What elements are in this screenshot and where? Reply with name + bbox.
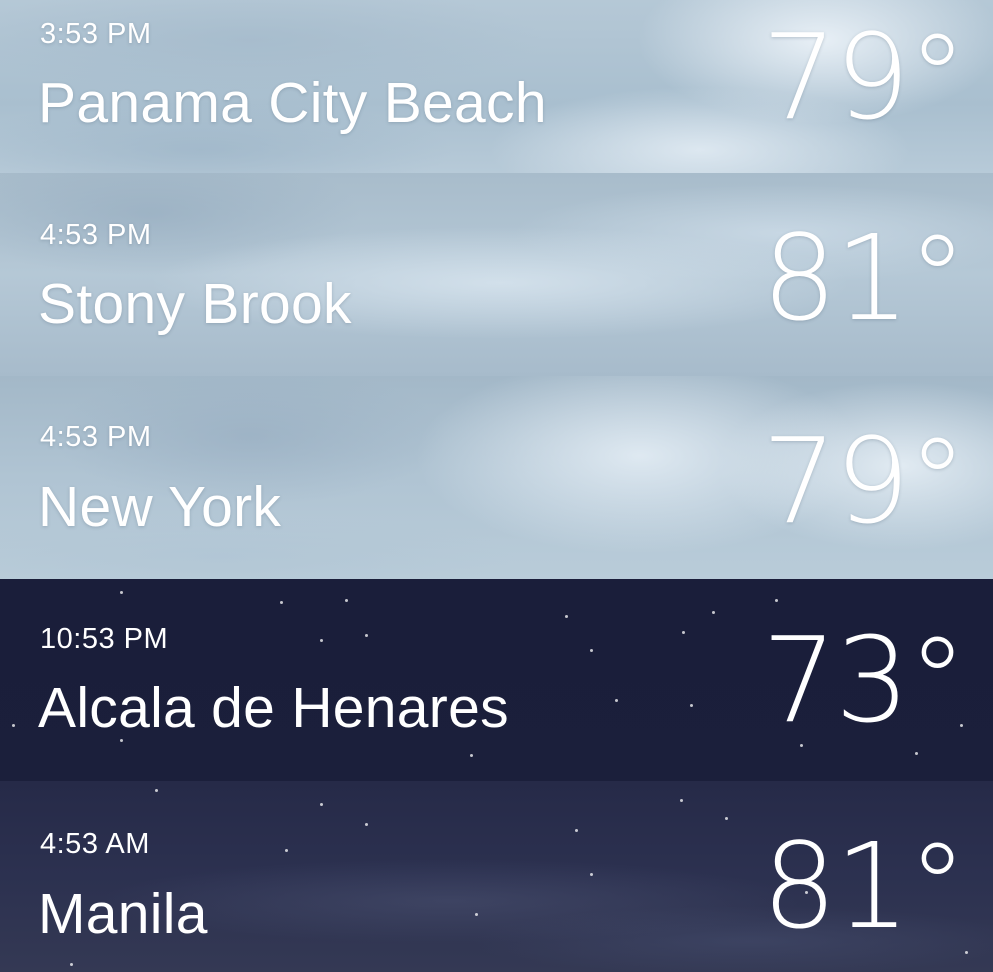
location-time: 4:53 PM: [40, 421, 152, 453]
star: [475, 913, 478, 916]
location-temperature: 73°: [761, 611, 967, 749]
location-row-stony-brook[interactable]: 4:53 PM Stony Brook 81°: [0, 173, 993, 376]
star: [565, 615, 568, 618]
star: [12, 724, 15, 727]
location-name: Stony Brook: [38, 272, 352, 336]
location-row-alcala-de-henares[interactable]: 10:53 PM Alcala de Henares 73°: [0, 579, 993, 781]
star: [320, 803, 323, 806]
star: [615, 699, 618, 702]
star: [682, 631, 685, 634]
location-time: 10:53 PM: [40, 623, 169, 655]
star: [575, 829, 578, 832]
location-temperature: 81°: [761, 817, 967, 955]
star: [320, 639, 323, 642]
star: [680, 799, 683, 802]
location-time: 3:53 PM: [40, 18, 152, 50]
star: [965, 951, 968, 954]
star: [470, 754, 473, 757]
location-list: 3:53 PM Panama City Beach 79° 4:53 PM St…: [0, 0, 993, 972]
star: [120, 591, 123, 594]
star: [775, 599, 778, 602]
location-name: Panama City Beach: [38, 71, 547, 135]
location-temperature: 79°: [761, 8, 967, 146]
location-time: 4:53 AM: [40, 828, 150, 860]
star: [590, 873, 593, 876]
star: [712, 611, 715, 614]
star: [280, 601, 283, 604]
location-name: Alcala de Henares: [38, 676, 509, 740]
location-name: Manila: [38, 882, 208, 946]
star: [590, 649, 593, 652]
star: [365, 823, 368, 826]
location-temperature: 81°: [761, 209, 967, 347]
location-row-panama-city-beach[interactable]: 3:53 PM Panama City Beach 79°: [0, 0, 993, 173]
location-time: 4:53 PM: [40, 219, 152, 251]
star: [365, 634, 368, 637]
star: [345, 599, 348, 602]
location-temperature: 79°: [761, 412, 967, 550]
star: [690, 704, 693, 707]
star: [915, 752, 918, 755]
star: [285, 849, 288, 852]
star: [155, 789, 158, 792]
star: [70, 963, 73, 966]
location-row-new-york[interactable]: 4:53 PM New York 79°: [0, 376, 993, 579]
location-name: New York: [38, 475, 282, 539]
location-row-manila[interactable]: 4:53 AM Manila 81°: [0, 781, 993, 972]
star: [725, 817, 728, 820]
